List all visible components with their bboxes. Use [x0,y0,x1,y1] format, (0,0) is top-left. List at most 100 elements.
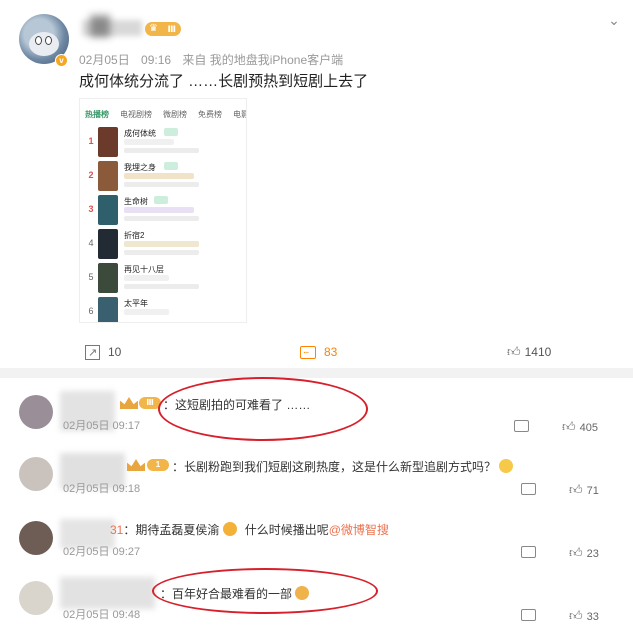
comment-like-button[interactable]: 👍︎ 23 [569,545,599,561]
tab-free: 免费榜 [198,110,222,119]
comment-like-count: 33 [586,611,599,623]
repost-icon [85,343,100,363]
thumbs-up-icon: 👍︎ [562,419,576,434]
comment-text: ：长剧粉跑到我们短剧这刷热度，这是什么新型追剧方式吗？ [172,458,514,475]
poster-thumb [98,161,118,191]
comment-like-button[interactable]: 👍︎ 71 [569,482,599,498]
tab-tv: 电视剧榜 [120,110,152,119]
tab-hot: 热播榜 [85,110,109,119]
reply-icon[interactable] [514,420,529,432]
comment-count: 83 [324,345,338,359]
comment-item: 1 ：长剧粉跑到我们短剧这刷热度，这是什么新型追剧方式吗？ 02月05日 09:… [0,447,633,507]
comment-time: 02月05日 09:27 [63,546,141,558]
author-name-blurred-mark [90,15,110,37]
ranking-title: 再见十八层 [124,265,164,274]
tab-micro: 微剧榜 [163,110,187,119]
comment-time: 02月05日 09:17 [63,420,141,432]
section-divider [0,368,633,378]
row-detail [124,216,199,221]
tag [154,196,168,204]
row-detail [124,250,199,255]
rank-number: 2 [88,170,94,180]
poster-thumb [98,263,118,293]
tag [164,162,178,170]
tag [164,128,178,136]
red-highlight-circle [152,568,378,614]
poster-thumb [98,195,118,225]
crown-icon [127,459,145,471]
thumbs-up-icon: 👍︎ [507,344,521,359]
ranking-title: 生命树 [124,197,148,206]
poster-thumb [98,297,118,322]
post-source[interactable]: 来自 我的地盘我iPhone客户端 [182,53,343,67]
poster-thumb [98,229,118,259]
comment-time: 02月05日 09:48 [63,609,141,621]
thumbs-up-icon: 👍︎ [569,482,583,497]
verified-badge-icon: v [55,54,68,67]
row-detail [124,173,194,179]
post-text: 成何体统分流了 ……长剧预热到短剧上去了 [79,73,369,90]
commenter-avatar[interactable] [19,457,53,491]
comment-time: 02月05日 09:18 [63,483,141,495]
like-button[interactable]: 👍︎ 1410 [507,342,551,362]
ranking-title: 太平年 [124,299,148,308]
reply-icon[interactable] [521,546,536,558]
comment-item: 31：期待孟磊夏侯渝 什么时候播出呢@微博智搜 02月05日 09:27 👍︎ 2… [0,511,633,571]
emoji-icon [223,522,238,536]
reply-icon[interactable] [521,609,536,621]
repost-count: 10 [108,345,122,359]
rank-number: 6 [88,306,94,316]
reply-icon[interactable] [521,483,536,495]
ranking-row: 5 再见十八层 [80,262,246,296]
like-count: 1410 [524,345,552,359]
thumbs-up-icon: 👍︎ [569,545,583,560]
repost-button[interactable]: 10 [85,342,122,363]
red-highlight-circle [158,377,368,441]
post-date: 02月05日 [79,53,130,67]
post-time: 09:16 [141,53,172,67]
comment-icon [300,341,316,361]
row-detail [124,275,169,281]
level-badge: 1 [147,459,169,471]
mention-link[interactable]: @微博智搜 [329,523,389,537]
row-detail [124,207,194,213]
rank-number: 4 [88,238,94,248]
rank-number: 1 [88,136,94,146]
ranking-tabs: 热播榜 电视剧榜 微剧榜 免费榜 电影 [80,99,246,120]
row-detail [124,182,199,187]
ranking-title: 我埋之身 [124,163,156,172]
comment-like-count: 405 [579,422,598,434]
comment-button[interactable]: 83 [300,341,338,362]
comment-like-button[interactable]: 👍︎ 405 [562,419,598,435]
post-image-ranking-screenshot[interactable]: 热播榜 电视剧榜 微剧榜 免费榜 电影 1 成何体统 2 我埋之身 3 生命树 [79,98,247,323]
row-detail [124,284,199,289]
row-detail [124,148,199,153]
chevron-down-icon[interactable]: ⌄ [604,12,624,28]
poster-thumb [98,127,118,157]
commenter-name-tail[interactable]: 31 [110,523,123,537]
ranking-row: 2 我埋之身 [80,160,246,194]
comment-like-button[interactable]: 👍︎ 33 [569,608,599,624]
crown-icon [120,397,138,409]
row-detail [124,309,169,315]
ranking-row: 4 折宿2 [80,228,246,262]
commenter-avatar[interactable] [19,521,53,555]
comment-text: 31：期待孟磊夏侯渝 什么时候播出呢@微博智搜 [110,522,389,537]
row-detail [124,139,174,145]
rank-number: 5 [88,272,94,282]
ranking-row: 1 成何体统 [80,126,246,160]
commenter-avatar[interactable] [19,581,53,615]
post-meta: 02月05日 09:16 来自 我的地盘我iPhone客户端 [79,51,351,68]
ranking-title: 折宿2 [124,231,145,240]
commenter-avatar[interactable] [19,395,53,429]
weibo-post: v Ⅲ ⌄ 02月05日 09:16 来自 我的地盘我iPhone客户端 成何体… [0,0,633,368]
member-level-badge: Ⅲ [145,22,181,36]
thumbs-up-icon: 👍︎ [569,608,583,623]
emoji-icon [499,459,514,473]
rank-number: 3 [88,204,94,214]
comment-like-count: 23 [586,548,599,560]
ranking-row: 3 生命树 [80,194,246,228]
tab-movie: 电影 [233,110,246,119]
commenter-name-blurred[interactable] [60,577,155,609]
comment-like-count: 71 [586,485,599,497]
